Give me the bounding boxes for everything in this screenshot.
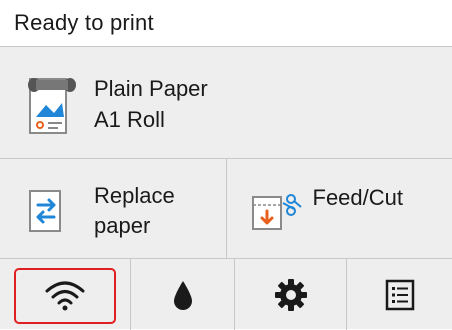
paper-settings-button[interactable]: Plain Paper A1 Roll (0, 46, 452, 158)
menu-list-button[interactable] (346, 259, 452, 330)
replace-paper-line1: Replace (94, 181, 175, 211)
paper-type-label: Plain Paper (94, 73, 208, 104)
wifi-button[interactable] (0, 259, 130, 330)
status-bar: Ready to print (0, 0, 452, 44)
replace-paper-icon (28, 189, 64, 233)
ink-button[interactable] (130, 259, 234, 330)
paper-roll-icon (24, 77, 80, 137)
feed-cut-button[interactable]: Feed/Cut (227, 159, 452, 258)
printer-status-text: Ready to print (14, 10, 154, 36)
wifi-icon (43, 279, 87, 311)
replace-paper-label: Replace paper (94, 181, 175, 241)
feed-cut-label: Feed/Cut (313, 183, 404, 213)
gear-icon (274, 278, 308, 312)
ink-drop-icon (172, 279, 194, 311)
paper-info: Plain Paper A1 Roll (94, 73, 208, 135)
list-icon (385, 279, 415, 311)
replace-paper-line2: paper (94, 211, 175, 241)
paper-size-label: A1 Roll (94, 104, 208, 135)
settings-button[interactable] (234, 259, 346, 330)
action-row: Replace paper Feed/Cut (0, 158, 452, 258)
feed-cut-icon (251, 189, 303, 233)
replace-paper-button[interactable]: Replace paper (0, 159, 227, 258)
bottom-nav (0, 258, 452, 329)
